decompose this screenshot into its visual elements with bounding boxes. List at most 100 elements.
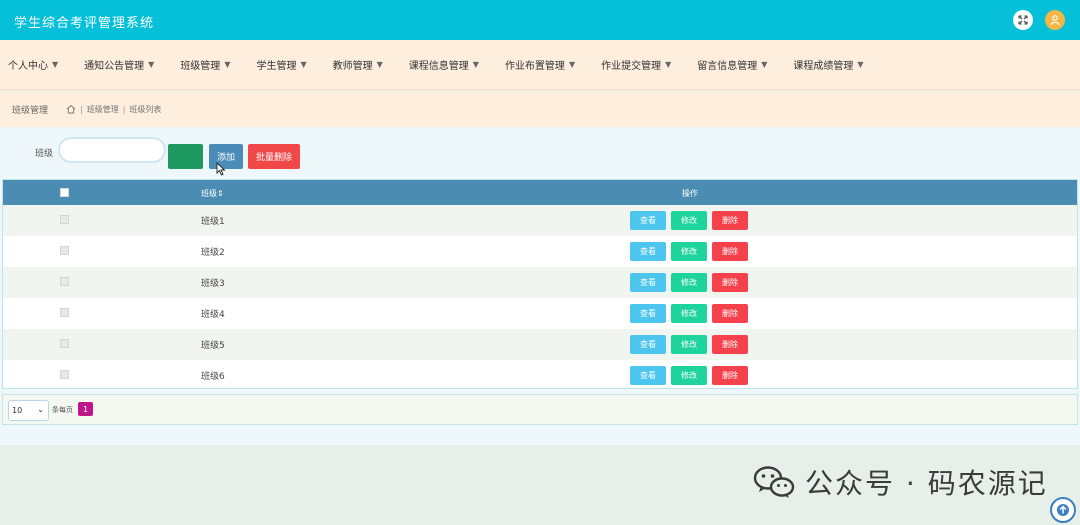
table-row: 班级1 查看 修改 删除 <box>3 205 1077 236</box>
breadcrumb-bar: 班级管理 | 班级管理 | 班级列表 <box>0 91 1080 127</box>
row-checkbox[interactable] <box>60 339 69 348</box>
row-checkbox[interactable] <box>60 370 69 379</box>
nav-notice-management[interactable]: 通知公告管理 ▼ <box>84 40 154 90</box>
page-title: 班级管理 <box>12 105 49 116</box>
add-button[interactable]: 添加 <box>209 144 243 169</box>
nav-teacher-management[interactable]: 教师管理 ▼ <box>333 40 383 90</box>
user-icon-glyph <box>1050 15 1060 26</box>
breadcrumb-item[interactable]: 班级管理 <box>87 104 119 115</box>
row-checkbox[interactable] <box>60 215 69 224</box>
view-button[interactable]: 查看 <box>630 366 666 385</box>
nav-label: 留言信息管理 <box>697 61 758 72</box>
view-button[interactable]: 查看 <box>630 304 666 323</box>
page-size-select[interactable]: 10 ⌄ <box>8 400 49 421</box>
breadcrumb-item: 班级列表 <box>129 104 162 114</box>
delete-button[interactable]: 删除 <box>712 366 748 385</box>
caret-down-icon: ▼ <box>148 60 155 69</box>
nav-assignment-management[interactable]: 作业布置管理 ▼ <box>505 40 575 90</box>
nav-label: 个人中心 <box>8 61 48 72</box>
class-name-cell: 班级4 <box>201 310 225 320</box>
mouse-cursor-icon <box>216 162 226 176</box>
delete-button[interactable]: 删除 <box>712 304 748 323</box>
edit-button[interactable]: 修改 <box>671 366 707 385</box>
page-button-current[interactable]: 1 <box>78 402 93 416</box>
edit-button[interactable]: 修改 <box>671 304 707 323</box>
view-button[interactable]: 查看 <box>630 273 666 292</box>
nav-label: 班级管理 <box>180 61 221 72</box>
nav-label: 教师管理 <box>332 61 373 72</box>
nav-personal-center[interactable]: 个人中心 ▼ <box>8 40 58 90</box>
nav-label: 通知公告管理 <box>84 61 145 72</box>
breadcrumb-separator: | <box>122 104 126 114</box>
class-name-cell: 班级6 <box>201 372 225 382</box>
class-name-cell: 班级5 <box>201 341 225 351</box>
fullscreen-icon-glyph <box>1018 15 1028 25</box>
delete-button[interactable]: 删除 <box>712 211 748 230</box>
table-row: 班级6 查看 修改 删除 <box>3 360 1077 391</box>
table-row: 班级3 查看 修改 删除 <box>3 267 1077 298</box>
caret-down-icon: ▼ <box>52 60 59 69</box>
table-header: 班级⇕ 操作 <box>3 180 1077 205</box>
main-nav: 个人中心 ▼ 通知公告管理 ▼ 班级管理 ▼ 学生管理 ▼ 教师管理 ▼ 课程信息管理 ▼ … <box>0 40 1080 90</box>
delete-button[interactable]: 删除 <box>712 273 748 292</box>
class-name-cell: 班级1 <box>201 217 225 227</box>
caret-down-icon: ▼ <box>568 60 576 69</box>
edit-button[interactable]: 修改 <box>671 211 707 230</box>
column-header-class[interactable]: 班级⇕ <box>201 188 224 199</box>
table-row: 班级5 查看 修改 删除 <box>3 329 1077 360</box>
nav-message-management[interactable]: 留言信息管理 ▼ <box>697 40 767 90</box>
nav-label: 课程信息管理 <box>408 61 469 72</box>
home-icon[interactable] <box>66 104 76 114</box>
nav-student-management[interactable]: 学生管理 ▼ <box>256 40 306 90</box>
row-checkbox[interactable] <box>60 277 69 286</box>
watermark: 公众号 · 码农源记 <box>753 462 1048 502</box>
view-button[interactable]: 查看 <box>630 242 666 261</box>
edit-button[interactable]: 修改 <box>671 273 707 292</box>
watermark-text: 公众号 · 码农源记 <box>805 467 1048 500</box>
table-row: 班级2 查看 修改 删除 <box>3 236 1077 267</box>
page-size-value: 10 <box>12 406 23 415</box>
row-checkbox[interactable] <box>60 308 69 317</box>
breadcrumb-separator: | <box>80 104 83 114</box>
select-all-checkbox[interactable] <box>60 188 69 197</box>
class-filter-label: 班级 <box>35 149 54 159</box>
table-row: 班级4 查看 修改 删除 <box>3 298 1077 329</box>
caret-down-icon: ▼ <box>761 60 768 69</box>
column-header-actions: 操作 <box>682 189 698 198</box>
caret-down-icon: ▼ <box>665 60 672 69</box>
caret-down-icon: ▼ <box>224 60 231 69</box>
delete-button[interactable]: 删除 <box>712 242 748 261</box>
breadcrumb: | 班级管理 | 班级列表 <box>66 104 161 115</box>
search-button[interactable] <box>168 144 203 169</box>
pagination: 10 ⌄ 条每页 1 <box>2 394 1078 425</box>
back-to-top-button[interactable] <box>1050 497 1076 523</box>
nav-class-management[interactable]: 班级管理 ▼ <box>180 40 230 90</box>
caret-down-icon: ▼ <box>300 60 307 69</box>
delete-button[interactable]: 删除 <box>712 335 748 354</box>
edit-button[interactable]: 修改 <box>671 335 707 354</box>
user-icon[interactable] <box>1045 10 1065 30</box>
nav-label: 作业布置管理 <box>504 61 565 72</box>
batch-delete-button[interactable]: 批量删除 <box>248 144 300 169</box>
caret-down-icon: ▼ <box>376 60 383 69</box>
class-table: 班级⇕ 操作 班级1 查看 修改 删除 班级2 查看 修改 删除 班级3 查看 … <box>2 179 1078 389</box>
nav-grade-management[interactable]: 课程成绩管理 ▼ <box>793 40 863 90</box>
nav-label: 作业提交管理 <box>601 61 662 72</box>
view-button[interactable]: 查看 <box>630 335 666 354</box>
caret-down-icon: ▼ <box>472 60 479 69</box>
view-button[interactable]: 查看 <box>630 211 666 230</box>
top-bar: 学生综合考评管理系统 <box>0 0 1080 40</box>
wechat-icon <box>753 466 795 498</box>
class-search-input[interactable] <box>58 137 166 163</box>
nav-course-info-management[interactable]: 课程信息管理 ▼ <box>409 40 479 90</box>
app-title: 学生综合考评管理系统 <box>14 16 155 31</box>
caret-down-icon: ▼ <box>857 60 864 69</box>
row-checkbox[interactable] <box>60 246 69 255</box>
nav-submission-management[interactable]: 作业提交管理 ▼ <box>601 40 671 90</box>
nav-label: 学生管理 <box>256 61 297 72</box>
fullscreen-icon[interactable] <box>1013 10 1033 30</box>
per-page-label: 条每页 <box>52 406 73 414</box>
class-name-cell: 班级2 <box>201 248 225 258</box>
nav-label: 课程成绩管理 <box>793 61 854 72</box>
edit-button[interactable]: 修改 <box>671 242 707 261</box>
